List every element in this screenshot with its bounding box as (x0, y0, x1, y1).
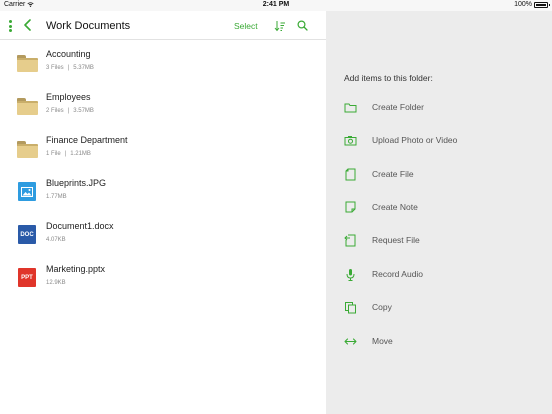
file-meta: 4.07KB (46, 237, 66, 243)
file-icon (345, 168, 356, 181)
file-meta: 3 Files | 5.37MB (46, 65, 94, 71)
picture-icon (21, 186, 33, 197)
doc-badge: DOC (18, 225, 36, 244)
file-meta: 1.77MB (46, 194, 67, 200)
sort-icon[interactable] (274, 20, 286, 32)
copy-icon (345, 302, 356, 314)
list-item-employees[interactable]: Employees 2 Files | 3.57MB (0, 84, 326, 127)
record-audio-action[interactable]: Record Audio (326, 265, 552, 285)
file-count: 1 File (46, 151, 61, 157)
battery-icon (534, 1, 550, 8)
folder-icon (17, 96, 38, 116)
upload-photo-action[interactable]: Upload Photo or Video (326, 131, 552, 151)
copy-action[interactable]: Copy (326, 298, 552, 318)
meta-separator: | (67, 108, 70, 114)
file-meta: 1 File | 1.21MB (46, 151, 91, 157)
meta-separator: | (64, 151, 67, 157)
file-size: 1.21MB (70, 151, 91, 157)
file-name: Marketing.pptx (46, 264, 106, 274)
file-count: 2 Files (46, 108, 64, 114)
note-icon (345, 201, 356, 213)
action-label: Upload Photo or Video (372, 135, 458, 145)
list-item-marketing[interactable]: PPT Marketing.pptx 12.9KB (0, 256, 326, 299)
file-name: Finance Department (46, 135, 128, 145)
file-name: Accounting (46, 49, 91, 59)
navigation-bar: Work Documents Select (0, 11, 326, 40)
status-bar: Carrier 2:41 PM 100% (0, 0, 552, 11)
move-arrows-icon (344, 338, 357, 345)
folder-icon (17, 53, 38, 73)
list-item-finance-department[interactable]: Finance Department 1 File | 1.21MB (0, 127, 326, 170)
page-title: Work Documents (46, 20, 131, 32)
file-name: Blueprints.JPG (46, 178, 107, 188)
action-label: Create Folder (372, 102, 424, 112)
microphone-icon (346, 269, 355, 281)
create-folder-action[interactable]: Create Folder (326, 98, 552, 118)
list-item-blueprints[interactable]: Blueprints.JPG 1.77MB (0, 170, 326, 213)
camera-icon (344, 136, 357, 146)
file-count: 3 Files (46, 65, 64, 71)
add-items-panel: Add items to this folder: Create Folder … (326, 11, 552, 414)
back-chevron-icon[interactable] (23, 19, 33, 31)
image-file-icon (17, 182, 38, 202)
file-size: 5.37MB (73, 65, 94, 71)
create-note-action[interactable]: Create Note (326, 198, 552, 218)
file-name: Document1.docx (46, 221, 114, 231)
file-list: Accounting 3 Files | 5.37MB Employees 2 Fi… (0, 41, 326, 299)
list-item-document1[interactable]: DOC Document1.docx 4.07KB (0, 213, 326, 256)
more-dots-icon[interactable] (9, 20, 12, 32)
request-file-action[interactable]: Request File (326, 231, 552, 251)
folder-icon (344, 103, 357, 113)
create-file-action[interactable]: Create File (326, 165, 552, 185)
file-size: 1.77MB (46, 194, 67, 200)
file-list-pane: Work Documents Select Accounting 3 Files… (0, 11, 326, 414)
meta-separator: | (67, 65, 70, 71)
file-name: Employees (46, 92, 91, 102)
battery-status: 100% (514, 1, 550, 8)
action-label: Copy (372, 302, 392, 312)
list-item-accounting[interactable]: Accounting 3 Files | 5.37MB (0, 41, 326, 84)
file-meta: 2 Files | 3.57MB (46, 108, 94, 114)
ppt-file-icon: PPT (17, 268, 38, 288)
status-time: 2:41 PM (262, 1, 290, 8)
action-label: Create Note (372, 202, 418, 212)
file-size: 4.07KB (46, 237, 66, 243)
file-size: 12.9KB (46, 280, 66, 286)
file-size: 3.57MB (73, 108, 94, 114)
file-meta: 12.9KB (46, 280, 66, 286)
action-label: Request File (372, 235, 420, 245)
action-label: Record Audio (372, 269, 424, 279)
folder-icon (17, 139, 38, 159)
move-action[interactable]: Move (326, 332, 552, 352)
doc-file-icon: DOC (17, 225, 38, 245)
search-icon[interactable] (297, 20, 308, 31)
add-items-heading: Add items to this folder: (344, 73, 433, 83)
ppt-badge: PPT (18, 268, 36, 287)
action-label: Create File (372, 169, 414, 179)
battery-percent: 100% (514, 1, 532, 8)
action-label: Move (372, 336, 393, 346)
request-file-icon (344, 234, 356, 247)
select-button[interactable]: Select (234, 21, 258, 31)
